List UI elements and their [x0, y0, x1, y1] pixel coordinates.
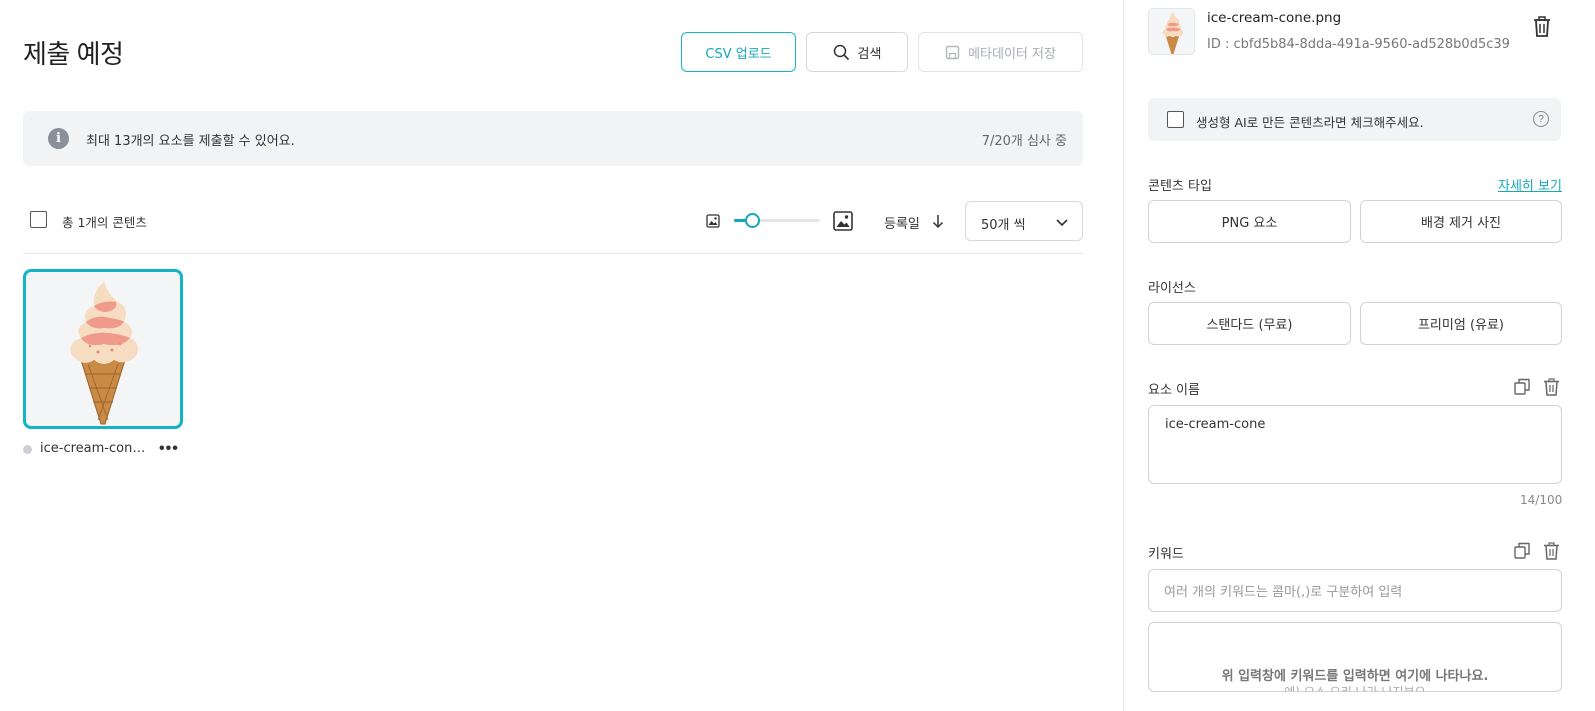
more-options-icon[interactable]: •••	[159, 440, 179, 458]
content-type-label: 콘텐츠 타입	[1148, 179, 1212, 194]
keywords-input[interactable]: 여러 개의 키워드는 콤마(,)로 구분하여 입력	[1148, 569, 1562, 612]
content-status-dot	[23, 445, 32, 454]
sort-label[interactable]: 등록일	[884, 213, 920, 232]
save-metadata-label: 메타데이터 저장	[968, 46, 1056, 62]
notice-text: 최대 13개의 요소를 제출할 수 있어요.	[86, 134, 295, 149]
per-page-select[interactable]: 50개 씩	[965, 201, 1083, 241]
chevron-down-icon	[1056, 219, 1068, 227]
page-title: 제출 예정	[23, 39, 124, 69]
ai-content-box: 생성형 AI로 만든 콘텐츠라면 체크해주세요. ?	[1148, 98, 1561, 141]
total-count-label: 총 1개의 콘텐츠	[62, 215, 147, 230]
content-thumbnail[interactable]	[23, 269, 183, 429]
copy-icon[interactable]	[1514, 378, 1530, 395]
element-name-label: 요소 이름	[1148, 383, 1200, 398]
license-premium-button[interactable]: 프리미엄 (유료)	[1360, 302, 1562, 345]
arrow-down-icon[interactable]	[931, 213, 945, 229]
search-button[interactable]: 검색	[806, 32, 908, 72]
file-name: ice-cream-cone.png	[1207, 10, 1342, 26]
detail-link[interactable]: 자세히 보기	[1498, 175, 1562, 194]
trash-icon[interactable]	[1543, 378, 1560, 396]
review-status: 7/20개 심사 중	[981, 134, 1067, 149]
ai-content-label: 생성형 AI로 만든 콘텐츠라면 체크해주세요.	[1196, 115, 1424, 130]
detail-panel: ice-cream-cone.png ID : cbfd5b84-8dda-49…	[1123, 0, 1595, 711]
ai-content-checkbox[interactable]	[1167, 111, 1184, 128]
csv-upload-button[interactable]: CSV 업로드	[681, 32, 796, 72]
small-image-icon[interactable]	[706, 214, 720, 228]
ice-cream-cone-thumb-image	[1162, 12, 1184, 54]
detail-thumbnail	[1148, 8, 1195, 55]
content-type-bg-removed-button[interactable]: 배경 제거 사진	[1360, 200, 1562, 243]
keywords-display-area: 위 입력창에 키워드를 입력하면 여기에 나타나요. 예) 요소 오리 나가 나…	[1148, 622, 1562, 692]
keywords-label: 키워드	[1148, 547, 1184, 562]
license-label: 라이선스	[1148, 281, 1196, 296]
trash-icon[interactable]	[1543, 542, 1560, 560]
content-name: ice-cream-cone...	[40, 441, 152, 456]
file-id: ID : cbfd5b84-8dda-491a-9560-ad528b0d5c3…	[1207, 37, 1510, 52]
keywords-hint: 위 입력창에 키워드를 입력하면 여기에 나타나요.	[1221, 669, 1489, 684]
trash-icon[interactable]	[1532, 16, 1552, 38]
license-standard-button[interactable]: 스탠다드 (무료)	[1148, 302, 1351, 345]
element-name-counter: 14/100	[1520, 493, 1563, 507]
info-icon: i	[48, 128, 69, 149]
search-button-label: 검색	[857, 46, 882, 62]
search-icon	[833, 44, 849, 60]
notice-banner: i 최대 13개의 요소를 제출할 수 있어요. 7/20개 심사 중	[23, 111, 1083, 166]
main-content: 제출 예정 CSV 업로드 검색 메타데이터 저장 i 최대 13개의 요소를 …	[0, 0, 1123, 711]
per-page-value: 50개 씩	[981, 218, 1026, 233]
help-icon[interactable]: ?	[1533, 111, 1549, 127]
thumbnail-size-slider-handle[interactable]	[745, 213, 760, 228]
copy-icon[interactable]	[1514, 542, 1530, 559]
element-name-input[interactable]: ice-cream-cone	[1148, 405, 1562, 484]
save-metadata-button[interactable]: 메타데이터 저장	[918, 32, 1083, 72]
divider	[23, 253, 1083, 254]
floppy-disk-icon	[945, 45, 960, 59]
large-image-icon[interactable]	[833, 211, 853, 231]
select-all-checkbox[interactable]	[30, 211, 47, 228]
content-type-png-button[interactable]: PNG 요소	[1148, 200, 1351, 243]
ice-cream-cone-image	[70, 282, 138, 425]
keywords-example: 예) 요소 오리 나가 나지부오	[1284, 685, 1426, 692]
